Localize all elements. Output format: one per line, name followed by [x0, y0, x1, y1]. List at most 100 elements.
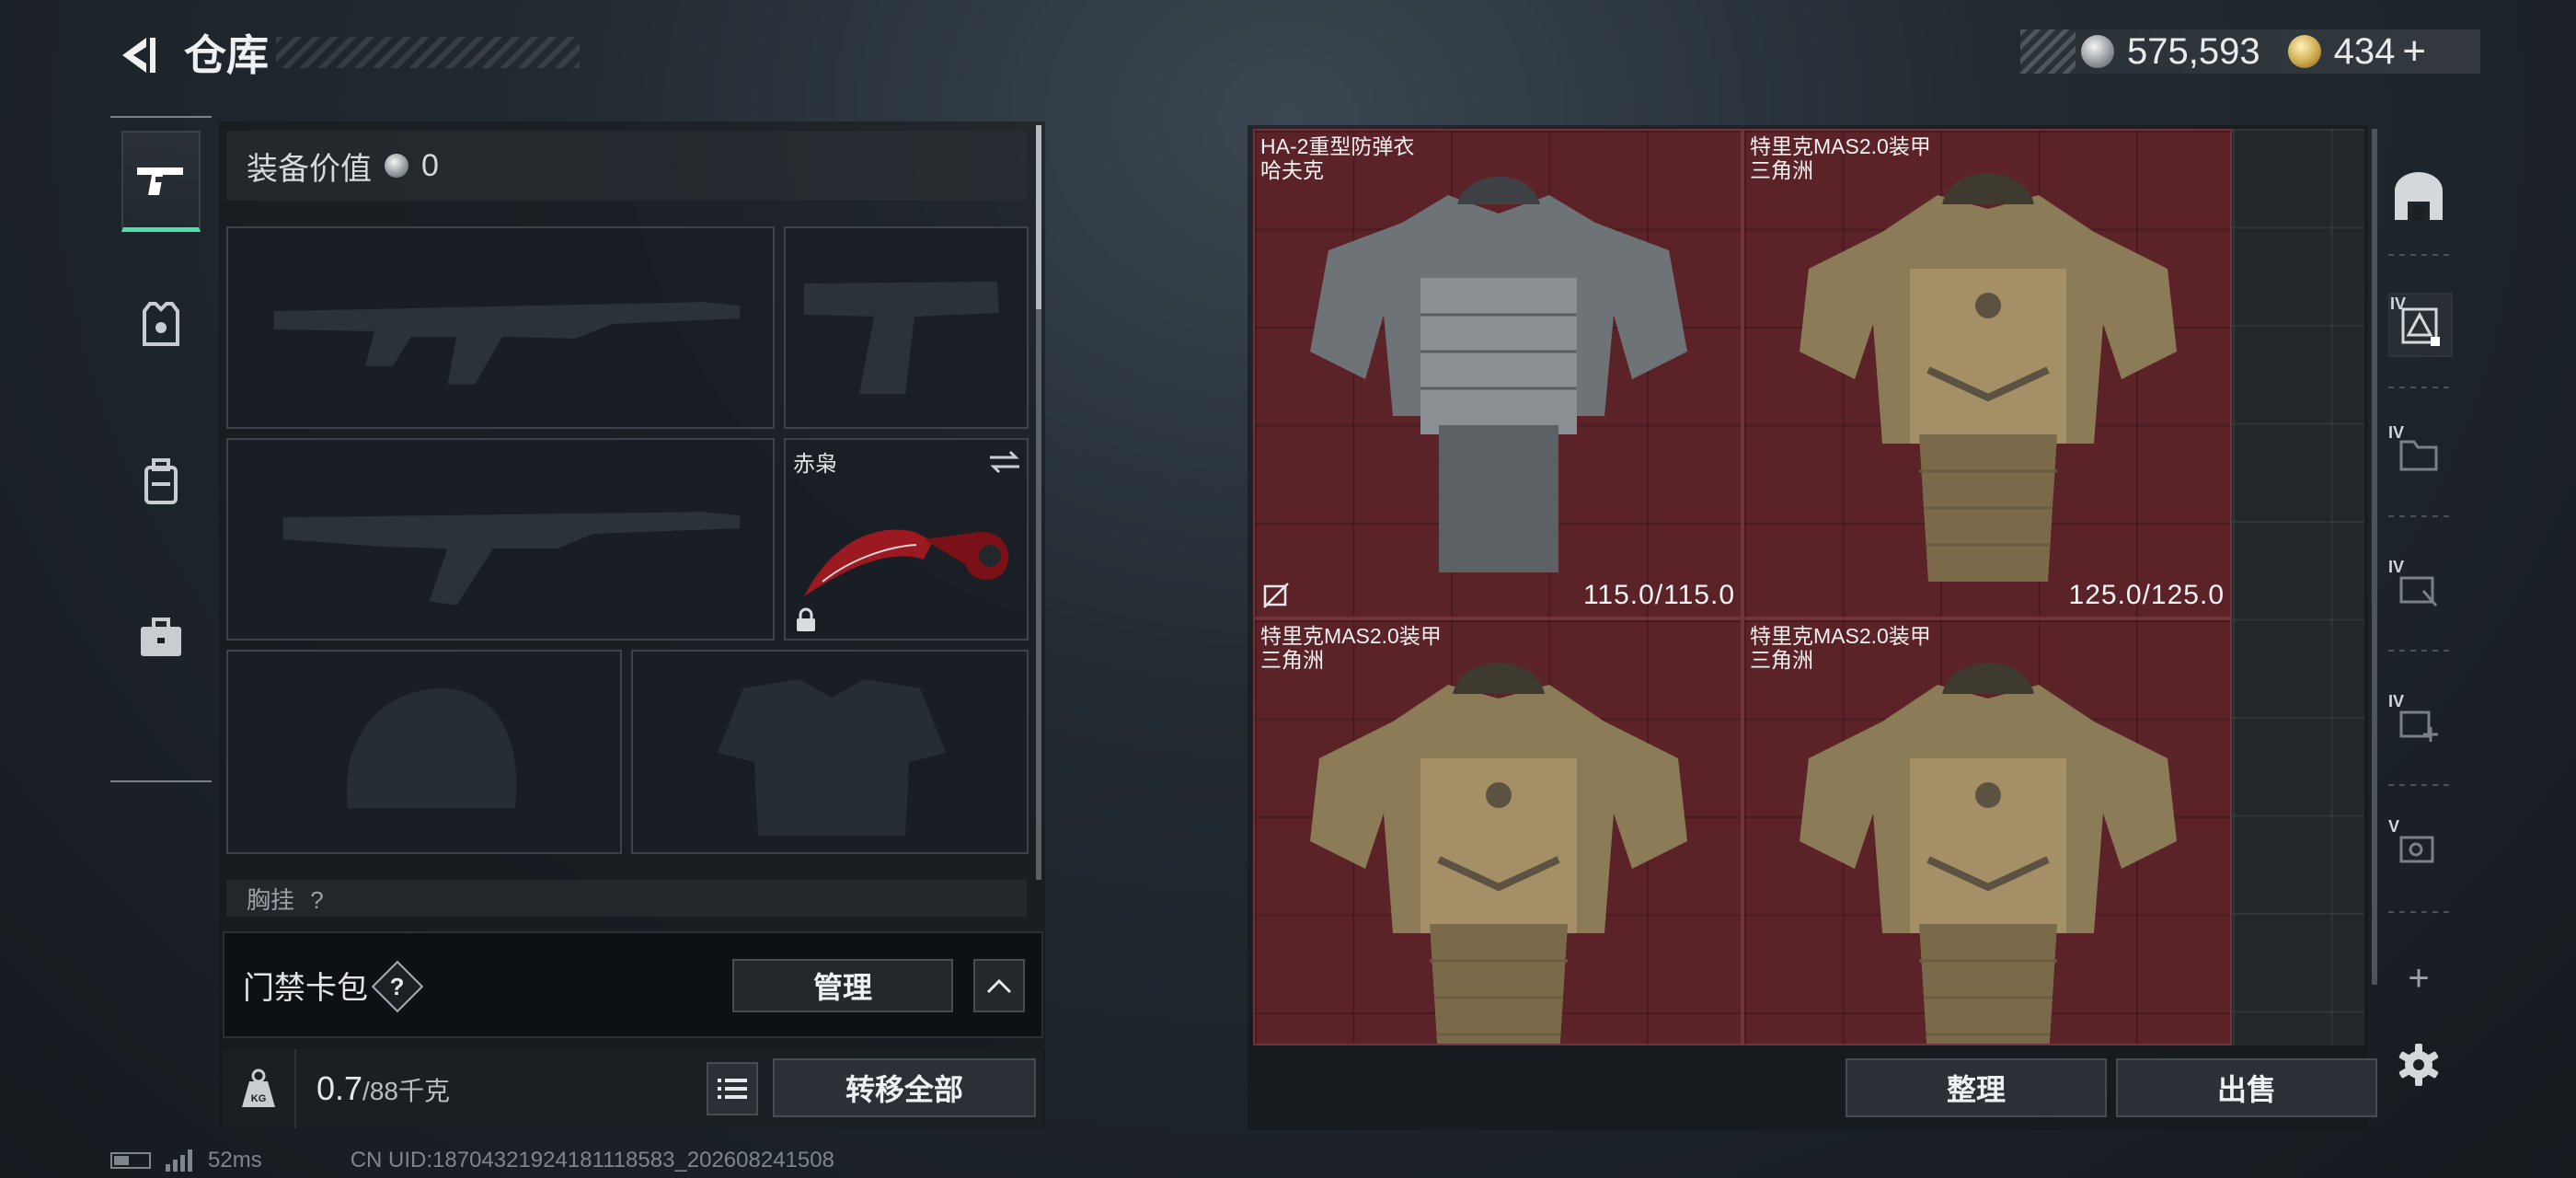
keycard-label: 门禁卡包: [243, 971, 368, 1006]
battery-icon: [110, 1152, 151, 1169]
equipment-value: 装备价值 0: [226, 131, 1027, 201]
chest-rig-label: 胸挂: [247, 886, 295, 914]
body-armor-slot[interactable]: [631, 650, 1029, 854]
heavy-armor-vest-icon: [1310, 177, 1687, 572]
stash-tier-label: IV: [2388, 692, 2405, 710]
list-icon: [718, 1079, 747, 1099]
primary-weapon-slot[interactable]: [226, 226, 775, 429]
ping-value: 52ms: [208, 1148, 262, 1172]
tab-backpack[interactable]: [121, 431, 201, 532]
stash-main-tab[interactable]: [2388, 166, 2449, 226]
stash-tier-label: IV: [2390, 294, 2407, 313]
silver-coin-icon: [2081, 35, 2114, 68]
stash-tier-label: IV: [2388, 423, 2405, 442]
stash-tab-3[interactable]: IV: [2388, 558, 2449, 618]
sell-button[interactable]: 出售: [2116, 1058, 2377, 1117]
item-brand: 哈夫克: [1260, 158, 1324, 182]
tab-armor[interactable]: [121, 274, 201, 375]
page-title: 仓库: [184, 31, 269, 79]
no-repair-icon: [1263, 583, 1289, 608]
manage-button[interactable]: 管理: [732, 959, 953, 1012]
stash-grid: HA-2重型防弹衣 哈夫克 115.0/115.0 特里克MAS2.0装甲 三角洲: [1253, 129, 2364, 1045]
loadout-scrollbar[interactable]: [1036, 125, 1041, 880]
swap-icon[interactable]: [986, 449, 1023, 475]
title-decoration: [276, 37, 580, 68]
helmet-slot[interactable]: [226, 650, 622, 854]
helmet-silhouette-icon: [346, 688, 517, 808]
pistol-icon: [137, 167, 183, 195]
gear-icon: [2398, 1044, 2439, 1086]
backpack-icon: [144, 458, 178, 504]
stash-tier-label: IV: [2388, 558, 2405, 576]
tan-armor-vest-icon: [1800, 173, 2177, 582]
item-durability: 115.0/115.0: [1582, 580, 1735, 610]
item-name: 特里克MAS2.0装甲: [1750, 134, 1931, 158]
help-icon: ?: [390, 972, 405, 1000]
warehouse-icon: [2395, 172, 2443, 220]
rifle-silhouette-icon: [282, 512, 741, 606]
item-brand: 三角洲: [1750, 158, 1813, 182]
signal-icon: [166, 1149, 192, 1172]
pistol-silhouette-icon: [804, 282, 999, 394]
stash-item-mas2-armor[interactable]: 特里克MAS2.0装甲 三角洲 125.0/125.0: [1742, 129, 2232, 618]
briefcase-icon: [141, 618, 181, 656]
equipment-value-number: 0: [421, 147, 439, 183]
weight-divider: [294, 1049, 296, 1128]
tan-armor-vest-icon: [1310, 663, 1687, 1044]
special-container-icon: [2399, 836, 2434, 863]
stash-item-mas2-armor[interactable]: 特里克MAS2.0装甲 三角洲: [1253, 618, 1742, 1045]
tab-weapons[interactable]: [121, 131, 201, 232]
karambit-knife-icon: [804, 529, 1009, 596]
silver-coin-icon: [385, 154, 408, 178]
stash-tab-2[interactable]: IV: [2388, 423, 2449, 484]
list-view-button[interactable]: [707, 1062, 758, 1115]
weight-value: 0.7/88千克: [316, 1069, 450, 1108]
pistol-slot[interactable]: [784, 226, 1029, 429]
melee-slot[interactable]: 赤枭: [784, 438, 1029, 641]
add-stash-tab-button[interactable]: +: [2388, 948, 2449, 1009]
item-name: HA-2重型防弹衣: [1260, 134, 1415, 158]
armor-silhouette-icon: [718, 679, 946, 836]
add-currency-button[interactable]: +: [2402, 29, 2426, 75]
secondary-weapon-slot[interactable]: [226, 438, 775, 641]
item-name: 特里克MAS2.0装甲: [1260, 624, 1442, 648]
lock-icon: [797, 607, 815, 631]
back-arrow-icon: [122, 38, 155, 73]
gold-currency-value: 434: [2333, 30, 2396, 72]
tan-armor-vest-icon: [1800, 663, 2177, 1044]
stash-tier-label: V: [2388, 817, 2400, 836]
gold-coin-icon: [2287, 35, 2321, 68]
stash-item-ha2-armor[interactable]: HA-2重型防弹衣 哈夫克 115.0/115.0: [1253, 129, 1742, 618]
collapse-button[interactable]: [973, 959, 1025, 1012]
weight-current: 0.7: [316, 1069, 363, 1107]
weight-icon: KG: [236, 1064, 282, 1114]
melee-name: 赤枭: [793, 452, 837, 477]
silver-currency-value: 575,593: [2127, 30, 2260, 72]
item-durability: 125.0/125.0: [2068, 580, 2225, 610]
currency-display: 575,593 434 +: [2020, 29, 2480, 74]
transfer-all-button[interactable]: 转移全部: [773, 1058, 1036, 1117]
item-brand: 三角洲: [1260, 648, 1324, 672]
weight-max: /88千克: [362, 1077, 450, 1105]
user-uid: CN UID:18704321924181118583_202608241508: [350, 1148, 834, 1172]
status-bar: 52ms CN UID:18704321924181118583_2026082…: [110, 1147, 834, 1174]
item-name: 特里克MAS2.0装甲: [1750, 624, 1931, 648]
back-button[interactable]: [109, 28, 164, 83]
equipment-value-label: 装备价值: [247, 151, 372, 187]
svg-text:KG: KG: [251, 1093, 267, 1104]
category-tab-rail: [110, 116, 212, 782]
chest-rig-header: 胸挂 ?: [226, 880, 1027, 917]
armor-vest-icon: [143, 302, 179, 346]
stash-tab-5[interactable]: V: [2388, 817, 2449, 878]
settings-button[interactable]: [2388, 1034, 2449, 1095]
chevron-up-icon: [986, 978, 1012, 994]
sort-button[interactable]: 整理: [1846, 1058, 2107, 1117]
rifle-silhouette-icon: [273, 302, 741, 385]
stash-tab-1[interactable]: IV: [2388, 293, 2453, 357]
stash-scrollbar[interactable]: [2372, 129, 2377, 985]
item-brand: 三角洲: [1750, 648, 1813, 672]
stash-tab-4[interactable]: IV: [2388, 692, 2449, 753]
stash-item-mas2-armor[interactable]: 特里克MAS2.0装甲 三角洲: [1742, 618, 2232, 1045]
tab-items[interactable]: [121, 587, 201, 688]
chest-rig-help-icon: ?: [310, 886, 324, 914]
